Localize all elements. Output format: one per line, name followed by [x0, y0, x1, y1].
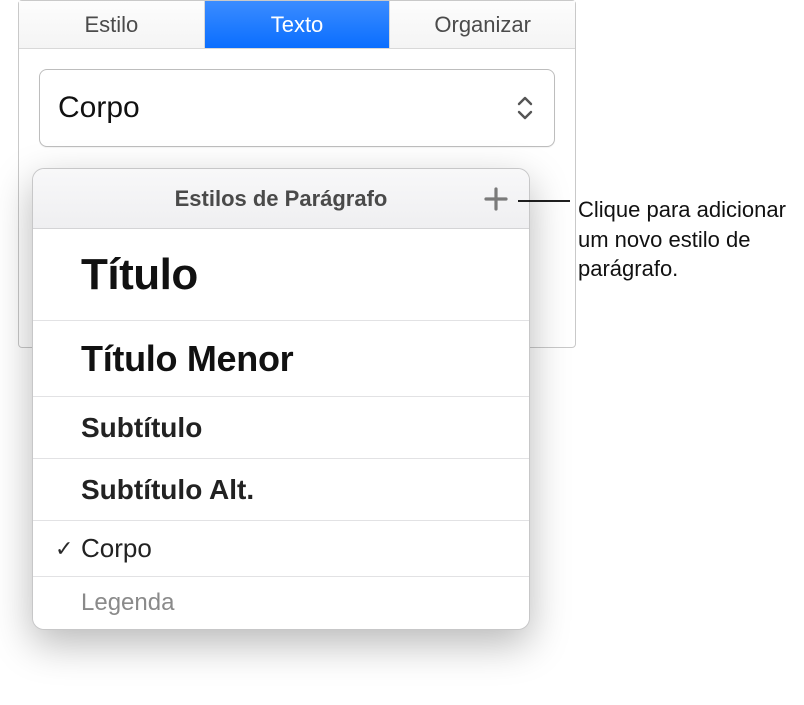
style-item-label: Subtítulo Alt. — [81, 474, 254, 506]
paragraph-style-select[interactable]: Corpo — [39, 69, 555, 147]
style-item-label: Legenda — [81, 589, 174, 617]
tab-style[interactable]: Estilo — [19, 1, 205, 48]
style-item-legenda[interactable]: Legenda — [33, 577, 529, 629]
style-item-titulo[interactable]: Título — [33, 229, 529, 321]
style-item-subtitulo[interactable]: Subtítulo — [33, 397, 529, 459]
paragraph-styles-popover: Estilos de Parágrafo Título Título Menor… — [32, 168, 530, 630]
callout-text: Clique para adicionar um novo estilo de … — [578, 195, 798, 284]
popover-title: Estilos de Parágrafo — [175, 186, 388, 212]
add-style-button[interactable] — [479, 182, 513, 216]
style-item-label: Corpo — [81, 533, 152, 564]
style-item-subtitulo-alt[interactable]: Subtítulo Alt. — [33, 459, 529, 521]
style-item-label: Subtítulo — [81, 412, 202, 444]
style-item-label: Título Menor — [81, 338, 293, 380]
style-item-corpo[interactable]: ✓ Corpo — [33, 521, 529, 577]
check-icon: ✓ — [55, 536, 81, 562]
style-item-label: Título — [81, 250, 198, 300]
style-list: Título Título Menor Subtítulo Subtítulo … — [33, 229, 529, 629]
tab-arrange[interactable]: Organizar — [390, 1, 575, 48]
plus-icon — [483, 186, 509, 212]
tab-bar: Estilo Texto Organizar — [19, 1, 575, 49]
chevron-updown-icon — [514, 92, 536, 124]
popover-header: Estilos de Parágrafo — [33, 169, 529, 229]
style-item-titulo-menor[interactable]: Título Menor — [33, 321, 529, 397]
tab-text[interactable]: Texto — [205, 1, 391, 48]
paragraph-style-current: Corpo — [58, 91, 140, 125]
